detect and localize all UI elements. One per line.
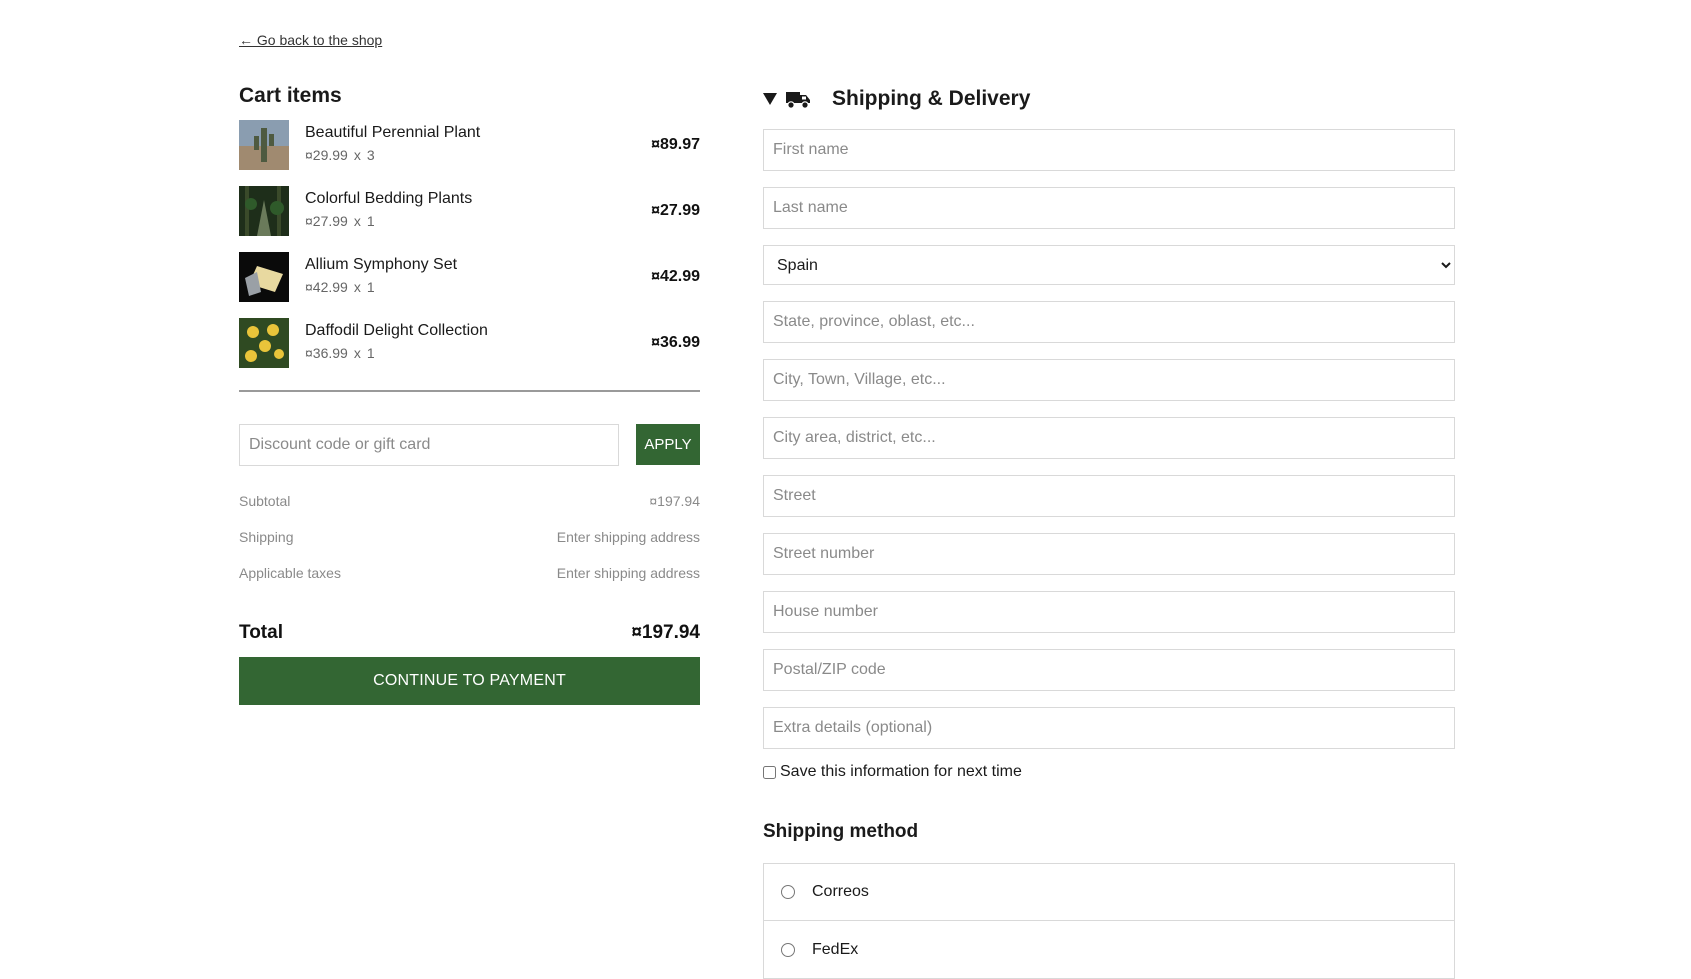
taxes-value: Enter shipping address [556,565,700,581]
last-name-input[interactable] [763,187,1455,229]
item-meta: ¤36.99 x 1 [305,345,375,361]
item-name: Beautiful Perennial Plant [305,124,481,141]
item-meta: ¤29.99 x 3 [305,147,375,163]
discount-row: APPLY [239,424,700,468]
shipping-method-label: Correos [812,883,869,900]
shipping-method-correos[interactable]: Correos [763,863,1455,921]
back-to-shop-link[interactable]: ← Go back to the shop [239,32,382,48]
postal-code-input[interactable] [763,649,1455,691]
discount-code-input[interactable] [239,424,619,466]
radio-button[interactable] [781,885,795,899]
item-name: Colorful Bedding Plants [305,190,473,207]
item-qty: 1 [366,279,375,295]
item-meta: ¤27.99 x 1 [305,213,375,229]
gold-bar-thumbnail [239,252,289,302]
item-times: x [353,147,361,163]
shipping-label: Shipping [239,529,294,545]
country-select[interactable]: Spain [763,245,1455,285]
save-info-label: Save this information for next time [780,763,1022,780]
extra-details-input[interactable] [763,707,1455,749]
cart-list: Beautiful Perennial Plant ¤29.99 x 3 ¤89.9… [239,120,700,384]
shipping-section-toggle[interactable]: Shipping & Delivery [763,84,1455,114]
item-total: ¤89.97 [651,136,700,153]
subtotal-label: Subtotal [239,493,291,509]
order-summary: Subtotal ¤197.94 Shipping Enter shipping… [239,493,700,601]
save-info-row[interactable]: Save this information for next time [763,763,1455,781]
radio-button[interactable] [781,942,795,957]
city-area-input[interactable] [763,417,1455,459]
item-unit-price: ¤42.99 [305,279,348,295]
item-qty: 3 [366,147,375,163]
shipping-method-title: Shipping method [763,821,919,842]
continue-to-payment-button[interactable]: CONTINUE TO PAYMENT [239,657,700,705]
shipping-method-label: FedEx [812,940,859,958]
total-value: ¤197.94 [631,622,700,643]
item-name: Daffodil Delight Collection [305,322,488,339]
apply-button[interactable]: APPLY [636,424,700,465]
truck-icon [786,92,810,109]
taxes-row: Applicable taxes Enter shipping address [239,565,700,601]
shipping-row: Shipping Enter shipping address [239,529,700,565]
item-qty: 1 [366,345,375,361]
item-times: x [353,279,361,295]
item-qty: 1 [366,213,375,229]
item-unit-price: ¤27.99 [305,213,348,229]
subtotal-row: Subtotal ¤197.94 [239,493,700,529]
total-label: Total [239,622,283,643]
forest-thumbnail [239,186,289,236]
cart-item: Daffodil Delight Collection ¤36.99 x 1 ¤36… [239,318,700,384]
state-input[interactable] [763,301,1455,343]
house-number-input[interactable] [763,591,1455,633]
first-name-input[interactable] [763,129,1455,171]
cart-column: Cart items Beautiful Perennial Plant ¤29… [239,84,700,705]
item-total: ¤42.99 [651,268,700,285]
cactus-thumbnail [239,120,289,170]
item-meta: ¤42.99 x 1 [305,279,375,295]
cart-item: Colorful Bedding Plants ¤27.99 x 1 ¤27.99 [239,186,700,252]
street-input[interactable] [763,475,1455,517]
item-times: x [353,345,361,361]
cart-item: Beautiful Perennial Plant ¤29.99 x 3 ¤89.9… [239,120,700,186]
taxes-label: Applicable taxes [239,565,341,581]
item-unit-price: ¤29.99 [305,147,348,163]
collapse-triangle-icon [763,93,777,105]
shipping-value: Enter shipping address [556,529,700,545]
street-number-input[interactable] [763,533,1455,575]
cart-items-title: Cart items [239,84,342,107]
shipping-column: Shipping & Delivery Spain Save this info… [763,84,1455,979]
item-times: x [353,213,361,229]
total-row: Total ¤197.94 [239,622,700,644]
daffodil-thumbnail [239,318,289,368]
item-unit-price: ¤36.99 [305,345,348,361]
save-info-checkbox[interactable] [763,765,776,779]
subtotal-value: ¤197.94 [649,493,700,509]
cart-item: Allium Symphony Set ¤42.99 x 1 ¤42.99 [239,252,700,318]
item-name: Allium Symphony Set [305,256,458,273]
shipping-method-fedex[interactable]: FedEx [763,921,1455,979]
city-input[interactable] [763,359,1455,401]
item-total: ¤27.99 [651,202,700,219]
item-total: ¤36.99 [651,334,700,351]
shipping-form: Spain [763,129,1455,749]
cart-divider [239,390,700,392]
shipping-title: Shipping & Delivery [832,87,1031,110]
